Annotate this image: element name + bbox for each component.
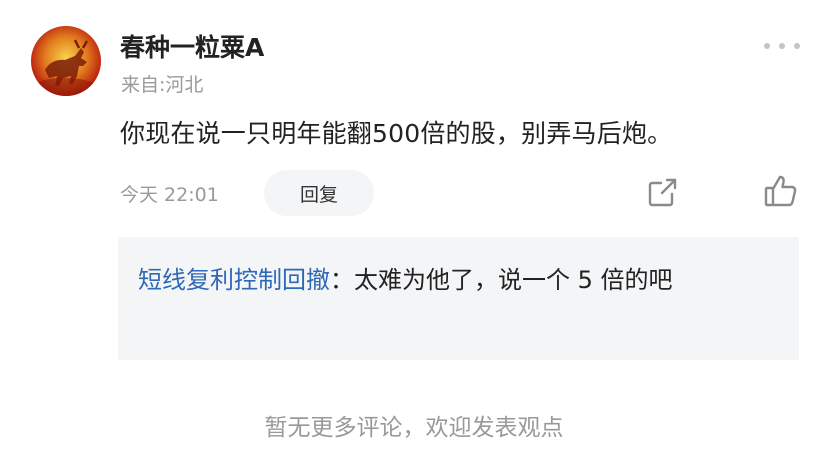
username[interactable]: 春种一粒粟A (120, 28, 264, 64)
share-button[interactable] (645, 174, 681, 210)
avatar[interactable] (31, 26, 101, 96)
reply-text: 太难为他了，说一个 5 倍的吧 (354, 266, 673, 294)
comment-text: 你现在说一只明年能翻500倍的股，别弄马后炮。 (120, 119, 673, 148)
reply-button[interactable]: 回复 (264, 170, 374, 216)
thumbs-up-icon (764, 175, 797, 207)
location-label: 来自:河北 (121, 74, 204, 96)
share-icon (648, 178, 677, 207)
reply-preview[interactable]: 短线复利控制回撤：太难为他了，说一个 5 倍的吧 (118, 237, 799, 360)
more-options-button[interactable] (764, 36, 800, 56)
reply-content: 短线复利控制回撤：太难为他了，说一个 5 倍的吧 (138, 257, 768, 304)
more-dots-icon (764, 43, 770, 49)
reply-separator: ： (330, 266, 354, 294)
like-button[interactable] (762, 172, 800, 210)
ox-avatar-icon (31, 26, 101, 96)
reply-author[interactable]: 短线复利控制回撤 (138, 266, 330, 294)
no-more-comments-note: 暂无更多评论，欢迎发表观点 (264, 415, 564, 441)
comment-timestamp: 今天 22:01 (120, 184, 219, 206)
